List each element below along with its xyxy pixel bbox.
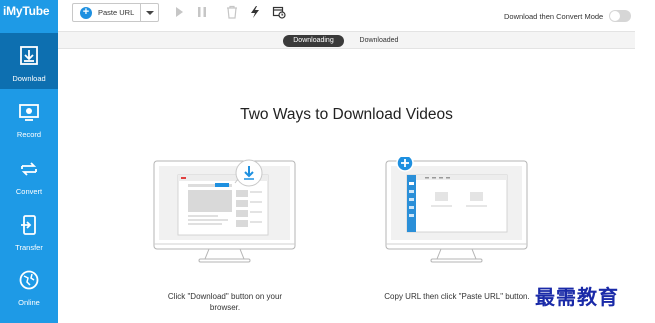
page-title: Two Ways to Download Videos xyxy=(240,106,453,123)
record-icon xyxy=(19,104,39,121)
paste-url-label: Paste URL xyxy=(98,8,135,17)
right-margin xyxy=(635,31,655,323)
browser-download-illustration xyxy=(153,159,296,263)
convert-icon xyxy=(21,162,37,176)
tab-downloading[interactable]: Downloading xyxy=(283,35,344,47)
button-divider xyxy=(140,4,141,21)
tab-bar: Downloading Downloaded xyxy=(58,31,635,49)
chevron-down-icon[interactable] xyxy=(146,11,154,15)
lightning-icon[interactable] xyxy=(248,5,262,19)
sidebar-item-label: Record xyxy=(16,130,42,139)
way2-caption: Copy URL then click "Paste URL" button. xyxy=(384,292,530,301)
transfer-icon xyxy=(21,215,36,235)
sidebar-item-label: Transfer xyxy=(15,243,43,252)
online-icon xyxy=(19,270,39,290)
tab-downloaded[interactable]: Downloaded xyxy=(351,35,407,47)
convert-mode-label: Download then Convert Mode xyxy=(504,12,604,21)
sidebar: iMyTube Download Record Convert Transfer xyxy=(0,0,58,323)
way1-caption: Click "Download" button on your browser. xyxy=(150,291,300,313)
app-logo: iMyTube xyxy=(3,4,50,18)
sidebar-item-label: Download xyxy=(12,74,46,83)
paste-url-button[interactable]: + Paste URL xyxy=(72,3,159,22)
convert-mode-toggle[interactable] xyxy=(609,10,631,22)
sidebar-item-online[interactable]: Online xyxy=(0,257,58,313)
sidebar-item-transfer[interactable]: Transfer xyxy=(0,202,58,258)
download-icon xyxy=(20,46,38,65)
way1-caption-line2: browser. xyxy=(209,303,241,312)
paste-url-illustration xyxy=(385,157,528,263)
pause-icon[interactable] xyxy=(195,5,209,19)
sidebar-item-label: Convert xyxy=(15,187,43,196)
trash-icon[interactable] xyxy=(225,5,239,19)
plus-icon: + xyxy=(80,7,92,19)
schedule-icon[interactable] xyxy=(272,5,286,19)
way1-caption-line1: Click "Download" button on your xyxy=(167,292,283,301)
sidebar-item-label: Online xyxy=(18,298,40,307)
sidebar-item-download[interactable]: Download xyxy=(0,33,58,89)
toolbar: + Paste URL Download then Convert Mode xyxy=(58,0,655,30)
sidebar-item-record[interactable]: Record xyxy=(0,89,58,145)
sidebar-item-convert[interactable]: Convert xyxy=(0,146,58,202)
watermark-text: 最需教育 xyxy=(535,285,619,309)
toggle-knob xyxy=(610,11,620,21)
play-icon[interactable] xyxy=(172,5,186,19)
